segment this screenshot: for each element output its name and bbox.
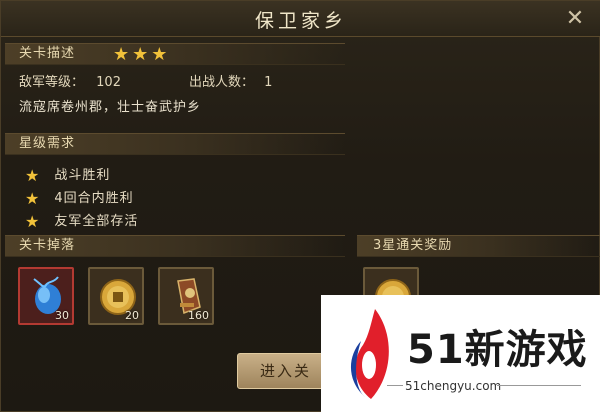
window-title: 保卫家乡 xyxy=(254,10,347,32)
enemy-level: 敌军等级： 102 xyxy=(19,71,121,90)
enemy-level-value: 102 xyxy=(96,75,121,90)
requirement-item: ★ 友军全部存活 xyxy=(25,210,138,231)
watermark-logo: 51新游戏 51chengyu.com xyxy=(321,295,600,412)
drop-qty: 20 xyxy=(125,309,139,322)
watermark-url: 51chengyu.com xyxy=(405,379,502,393)
drop-item-gourd-bag[interactable]: 160 xyxy=(158,267,214,325)
section-header-star-requirements: 星级需求 xyxy=(5,133,345,155)
section-header-drops: 关卡掉落 xyxy=(5,235,345,257)
star-icon: ★ xyxy=(25,166,41,185)
star-icon: ★ xyxy=(113,44,131,65)
reward-header: 3星通关奖励 xyxy=(373,238,453,253)
drops-header: 关卡掉落 xyxy=(19,238,76,253)
stage-stars: ★ ★ ★ xyxy=(113,46,170,67)
stage-panel: 保卫家乡 ✕ 关卡描述 ★ ★ ★ 敌军等级： 102 出战人数： 1 流寇席卷州郡… xyxy=(0,0,600,412)
star-icon: ★ xyxy=(132,44,150,65)
requirement-label: 4回合内胜利 xyxy=(54,191,134,206)
enemy-level-label: 敌军等级： xyxy=(19,75,85,90)
watermark-divider xyxy=(497,385,581,386)
requirement-label: 友军全部存活 xyxy=(54,214,139,229)
drop-qty: 160 xyxy=(188,309,209,322)
requirement-item: ★ 4回合内胜利 xyxy=(25,187,134,208)
deploy-count: 出战人数： 1 xyxy=(189,71,272,90)
close-icon[interactable]: ✕ xyxy=(563,7,587,31)
watermark-logo-text: 51新游戏 xyxy=(407,327,588,373)
requirement-label: 战斗胜利 xyxy=(54,168,111,183)
drop-item-gold-coin[interactable]: 20 xyxy=(88,267,144,325)
star-icon: ★ xyxy=(151,44,169,65)
star-icon: ★ xyxy=(25,212,41,231)
title-bar: 保卫家乡 ✕ xyxy=(1,1,600,37)
drop-qty: 30 xyxy=(55,309,69,322)
section-header-stage-info: 关卡描述 ★ ★ ★ xyxy=(5,43,345,65)
requirement-item: ★ 战斗胜利 xyxy=(25,164,110,185)
drop-item-blue-gem[interactable]: 30 xyxy=(18,267,74,325)
stage-info-header: 关卡描述 xyxy=(19,46,76,61)
deploy-count-value: 1 xyxy=(264,75,273,90)
section-header-reward: 3星通关奖励 xyxy=(357,235,600,257)
deploy-count-label: 出战人数： xyxy=(189,75,255,90)
flame-logo-icon xyxy=(350,309,389,399)
watermark-divider xyxy=(387,385,403,386)
star-icon: ★ xyxy=(25,189,41,208)
star-requirements-header: 星级需求 xyxy=(19,136,76,151)
stage-description: 流寇席卷州郡，壮士奋武护乡 xyxy=(19,100,202,115)
